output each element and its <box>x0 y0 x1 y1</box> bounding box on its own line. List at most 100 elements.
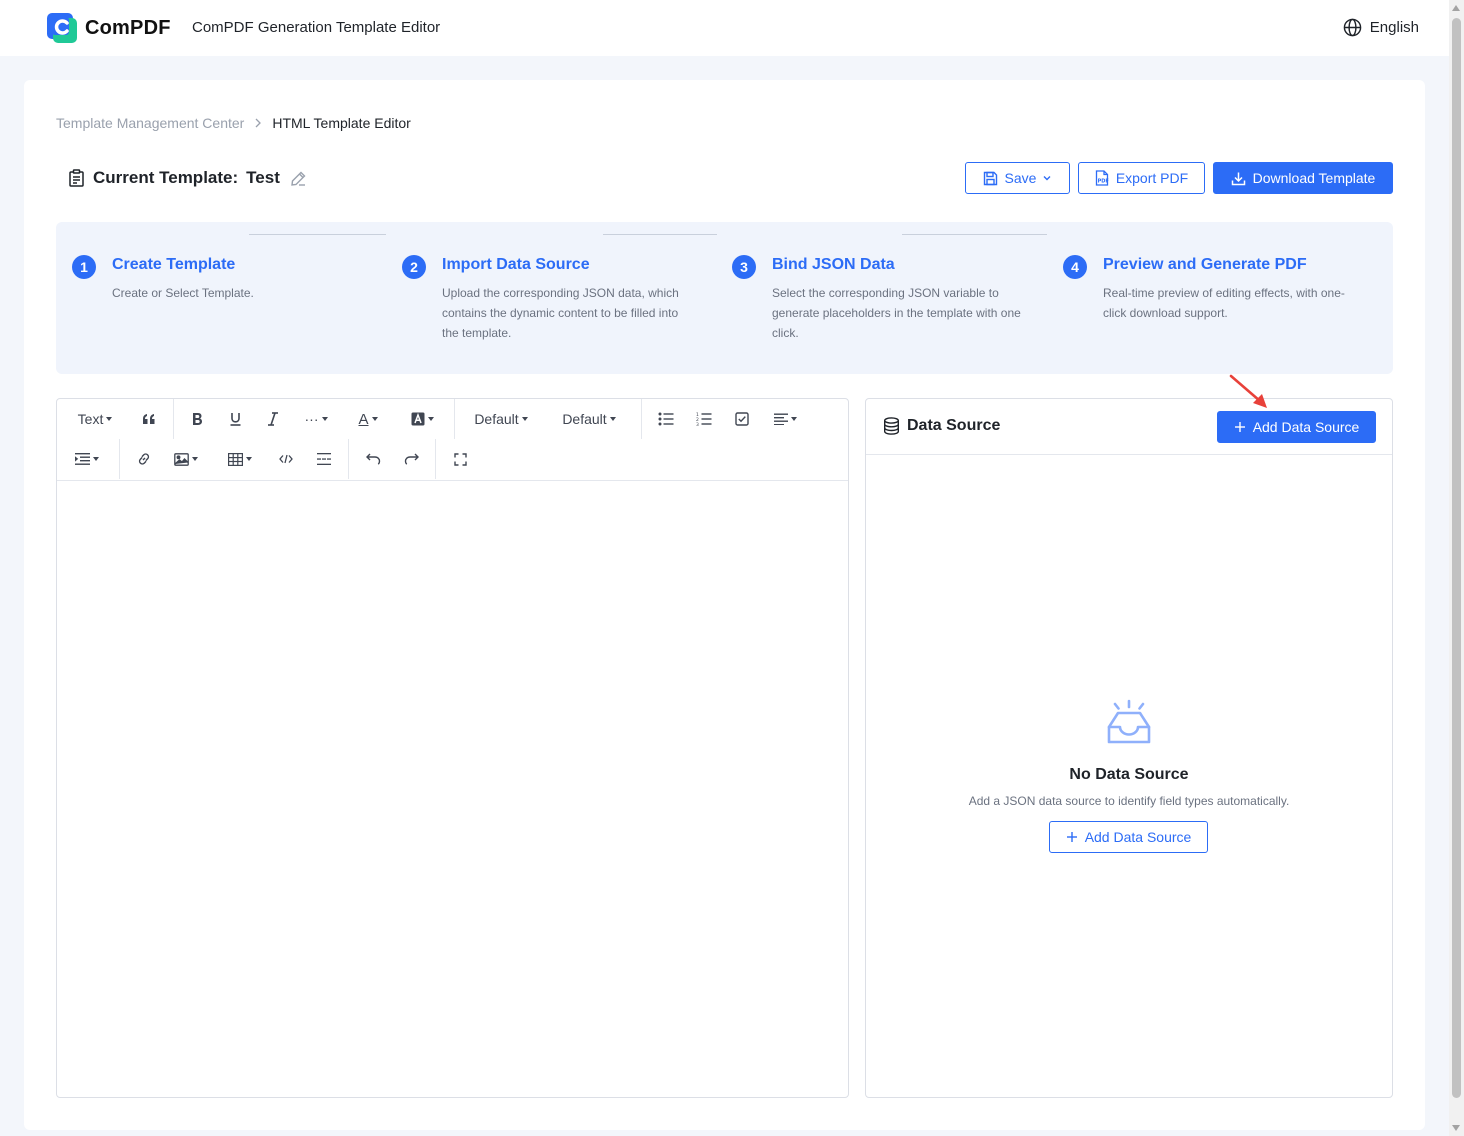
export-pdf-button[interactable]: PDF Export PDF <box>1078 162 1205 194</box>
clipboard-icon <box>69 169 84 187</box>
download-template-label: Download Template <box>1252 170 1376 186</box>
caret-down-icon <box>246 457 252 461</box>
logo[interactable]: ComPDF <box>47 13 171 43</box>
caret-down-icon <box>609 417 616 421</box>
insert-image-dropdown[interactable] <box>170 448 202 470</box>
add-data-source-button[interactable]: Add Data Source <box>1217 411 1376 443</box>
data-source-title-text: Data Source <box>907 417 1001 434</box>
horizontal-rule-button[interactable] <box>312 448 336 470</box>
font-family-dropdown[interactable]: Default <box>469 408 533 430</box>
toolbar-divider <box>641 399 642 439</box>
italic-button[interactable] <box>261 408 285 430</box>
add-data-source-label: Add Data Source <box>1252 419 1360 435</box>
caret-down-icon <box>192 457 198 461</box>
step-connector <box>249 234 386 235</box>
todo-checklist-button[interactable] <box>730 408 754 430</box>
save-button[interactable]: Save <box>965 162 1070 194</box>
text-align-dropdown[interactable] <box>768 408 802 430</box>
caret-down-icon <box>93 457 99 461</box>
app-title: ComPDF Generation Template Editor <box>192 19 441 36</box>
caret-down-icon <box>371 417 378 421</box>
font-family-label: Default <box>474 411 519 427</box>
redo-button[interactable] <box>399 448 423 470</box>
step-title: Preview and Generate PDF <box>1103 256 1307 273</box>
background-color-dropdown[interactable] <box>407 408 437 430</box>
editor-content-area[interactable] <box>57 482 848 1097</box>
text-style-dropdown[interactable]: Text <box>71 408 119 430</box>
fullscreen-icon <box>453 452 467 466</box>
font-size-dropdown[interactable]: Default <box>557 408 621 430</box>
download-template-button[interactable]: Download Template <box>1213 162 1393 194</box>
database-icon <box>883 417 900 435</box>
font-color-icon: A <box>358 410 369 428</box>
current-template-label: Current Template: <box>93 168 239 187</box>
breadcrumb: Template Management Center HTML Template… <box>56 115 411 131</box>
data-source-panel: Data Source Add Data Source No Data Sour… <box>865 398 1393 1098</box>
font-color-dropdown[interactable]: A <box>353 408 383 430</box>
current-template: Current Template: Test <box>68 168 307 188</box>
data-source-title: Data Source <box>883 417 1000 435</box>
editor-toolbar: Text ··· A Default Default 1 2 3 <box>57 399 848 481</box>
toolbar-divider <box>173 399 174 439</box>
more-icon: ··· <box>304 411 319 427</box>
insert-table-dropdown[interactable] <box>223 448 257 470</box>
step-title: Import Data Source <box>442 256 590 273</box>
breadcrumb-current: HTML Template Editor <box>272 115 411 131</box>
language-switcher[interactable]: English <box>1343 18 1419 37</box>
caret-down-icon <box>427 417 434 421</box>
download-icon <box>1231 172 1245 185</box>
image-icon <box>174 452 189 466</box>
indent-dropdown[interactable] <box>71 448 103 470</box>
template-name: Test <box>246 168 280 187</box>
workflow-steps: 1 Create Template Create or Select Templ… <box>56 222 1393 374</box>
empty-state-description: Add a JSON data source to identify field… <box>968 794 1290 808</box>
scroll-up-arrow-icon[interactable] <box>1452 5 1460 11</box>
scroll-thumb[interactable] <box>1452 18 1461 1098</box>
indent-icon <box>75 453 90 465</box>
toolbar-divider <box>348 439 349 479</box>
plus-icon <box>1234 422 1245 432</box>
quote-icon <box>143 414 155 424</box>
more-formats-dropdown[interactable]: ··· <box>299 408 333 430</box>
empty-state: No Data Source Add a JSON data source to… <box>866 699 1392 808</box>
caret-down-icon <box>106 417 113 421</box>
empty-add-data-source-button[interactable]: Add Data Source <box>1049 821 1208 853</box>
top-bar: ComPDF ComPDF Generation Template Editor… <box>0 0 1449 56</box>
bulleted-list-button[interactable] <box>654 408 678 430</box>
blockquote-button[interactable] <box>137 408 161 430</box>
breadcrumb-separator-icon <box>254 116 262 131</box>
toolbar-divider <box>454 399 455 439</box>
table-icon <box>228 452 243 466</box>
insert-link-button[interactable] <box>132 448 156 470</box>
code-icon <box>279 454 293 464</box>
underline-button[interactable] <box>223 408 247 430</box>
plus-icon <box>1066 832 1077 842</box>
save-label: Save <box>1004 170 1037 186</box>
redo-icon <box>404 453 419 465</box>
page-scrollbar[interactable] <box>1449 0 1464 1136</box>
logo-text: ComPDF <box>85 16 171 39</box>
globe-icon <box>1343 18 1362 37</box>
fullscreen-button[interactable] <box>448 448 472 470</box>
numbered-list-button[interactable]: 123 <box>692 408 716 430</box>
underline-icon <box>230 413 240 426</box>
undo-button[interactable] <box>361 448 385 470</box>
edit-pencil-icon[interactable] <box>290 170 307 187</box>
empty-inbox-icon <box>1107 699 1151 744</box>
italic-icon <box>268 412 278 426</box>
bold-button[interactable] <box>185 408 209 430</box>
code-block-button[interactable] <box>274 448 298 470</box>
numbered-list-icon: 123 <box>696 412 712 426</box>
annotation-arrow-icon <box>1229 374 1267 408</box>
bulleted-list-icon <box>658 412 674 426</box>
breadcrumb-parent-link[interactable]: Template Management Center <box>56 115 244 131</box>
step-title: Create Template <box>112 256 236 273</box>
divider-line-icon <box>317 453 331 465</box>
empty-state-title: No Data Source <box>1069 766 1189 783</box>
toolbar-divider <box>435 439 436 479</box>
caret-down-icon <box>790 417 797 421</box>
pdf-file-icon: PDF <box>1095 170 1109 186</box>
scroll-down-arrow-icon[interactable] <box>1452 1125 1460 1131</box>
main-card: Template Management Center HTML Template… <box>24 80 1425 1130</box>
bold-icon <box>193 413 202 425</box>
